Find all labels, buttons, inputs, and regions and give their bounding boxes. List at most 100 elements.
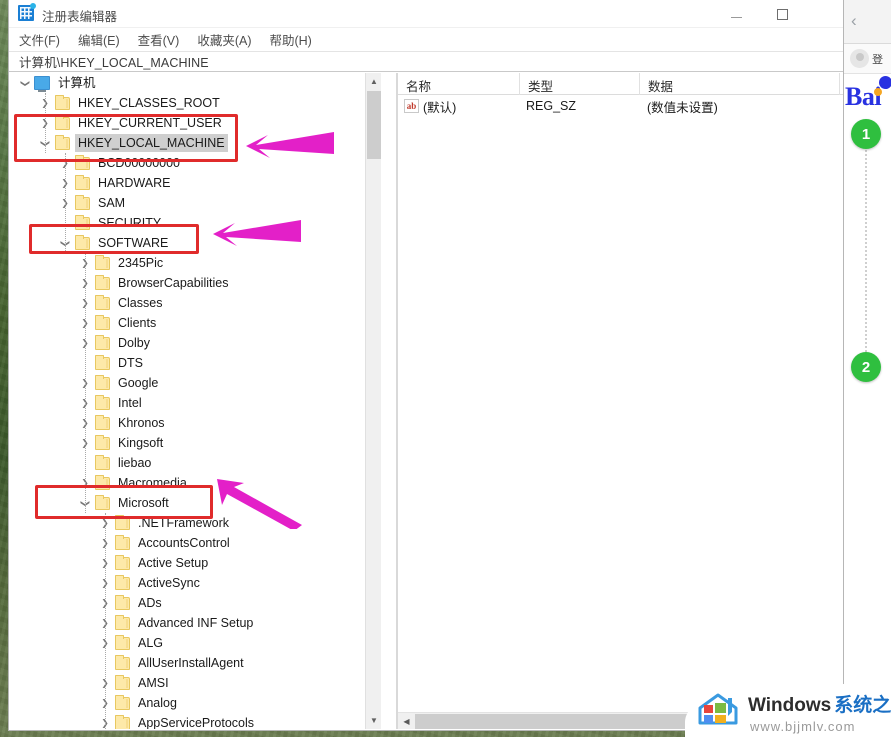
table-row[interactable]: ab (默认) REG_SZ (数值未设置) — [398, 95, 843, 115]
tree-item-label: Kingsoft — [115, 434, 166, 452]
folder-icon — [95, 497, 110, 510]
watermark-url: www.bjjmlv.com — [750, 719, 856, 734]
tree-item[interactable]: 2345Pic — [9, 253, 381, 273]
tree-item[interactable]: ActiveSync — [9, 573, 381, 593]
folder-icon — [115, 717, 130, 730]
browser-back-icon[interactable]: ‹ — [851, 12, 869, 30]
tree-vertical-scrollbar[interactable]: ▲ ▼ — [365, 73, 381, 729]
value-type: REG_SZ — [523, 99, 647, 113]
column-header-type[interactable]: 类型 — [520, 73, 640, 95]
address-bar[interactable]: 计算机\HKEY_LOCAL_MACHINE — [9, 52, 843, 72]
folder-icon — [95, 477, 110, 490]
folder-icon — [95, 397, 110, 410]
values-list[interactable]: ab (默认) REG_SZ (数值未设置) — [398, 95, 843, 115]
watermark: Windows系统之家 www.bjjmlv.com — [686, 681, 891, 737]
tree-scrollbar-thumb[interactable] — [367, 91, 381, 159]
tree-item-label: AccountsControl — [135, 534, 233, 552]
tree-item[interactable]: DTS — [9, 353, 381, 373]
baidu-logo-dot-icon — [879, 76, 891, 89]
tree-item[interactable]: Clients — [9, 313, 381, 333]
step-badge-2: 2 — [851, 352, 881, 382]
menu-file[interactable]: 文件(F) — [19, 28, 68, 51]
value-name: (默认) — [423, 97, 523, 116]
tree-item[interactable]: AccountsControl — [9, 533, 381, 553]
tree-item[interactable]: Dolby — [9, 333, 381, 353]
minimize-button[interactable] — [713, 0, 759, 28]
tree-item-label: SAM — [95, 194, 128, 212]
value-data: (数值未设置) — [647, 97, 718, 116]
scroll-left-icon[interactable]: ◀ — [398, 713, 415, 730]
tree-item-label: ActiveSync — [135, 574, 203, 592]
folder-icon — [115, 677, 130, 690]
tree-item-label: SOFTWARE — [95, 234, 171, 252]
folder-icon — [95, 437, 110, 450]
tree-item-label: AllUserInstallAgent — [135, 654, 247, 672]
tree-item[interactable]: Classes — [9, 293, 381, 313]
watermark-brand-cn: 系统之家 — [834, 695, 891, 716]
scroll-down-icon[interactable]: ▼ — [366, 712, 382, 729]
tree-item[interactable]: HKEY_LOCAL_MACHINE — [9, 133, 381, 153]
tree-item-label: 2345Pic — [115, 254, 166, 272]
tree-item[interactable]: Khronos — [9, 413, 381, 433]
folder-icon — [95, 297, 110, 310]
tree-item[interactable]: ADs — [9, 593, 381, 613]
tree-item[interactable]: HKEY_CURRENT_USER — [9, 113, 381, 133]
computer-icon — [34, 76, 50, 90]
folder-icon — [115, 537, 130, 550]
tree-item[interactable]: .NETFramework — [9, 513, 381, 533]
menu-edit[interactable]: 编辑(E) — [78, 28, 128, 51]
chevron-down-icon[interactable] — [17, 75, 33, 91]
tree-item-label: AMSI — [135, 674, 172, 692]
tree-item[interactable]: liebao — [9, 453, 381, 473]
folder-icon — [75, 197, 90, 210]
avatar-icon[interactable] — [850, 49, 869, 68]
menu-favorites[interactable]: 收藏夹(A) — [197, 28, 259, 51]
browser-toolbar: ‹ — [843, 0, 891, 44]
tree-item[interactable]: Analog — [9, 693, 381, 713]
folder-icon — [95, 377, 110, 390]
tree-item[interactable]: Google — [9, 373, 381, 393]
tree-item[interactable]: Kingsoft — [9, 433, 381, 453]
registry-tree[interactable]: 计算机HKEY_CLASSES_ROOTHKEY_CURRENT_USERHKE… — [9, 73, 381, 729]
menu-help[interactable]: 帮助(H) — [269, 28, 319, 51]
tree-item-label: Dolby — [115, 334, 153, 352]
tree-item-label: Active Setup — [135, 554, 211, 572]
folder-icon — [115, 597, 130, 610]
tree-item[interactable]: Intel — [9, 393, 381, 413]
tree-guide-line — [65, 153, 66, 253]
tree-item[interactable]: BrowserCapabilities — [9, 273, 381, 293]
maximize-button[interactable] — [759, 0, 805, 28]
folder-icon — [115, 697, 130, 710]
tree-item[interactable]: Microsoft — [9, 493, 381, 513]
tree-root-computer[interactable]: 计算机 — [9, 73, 381, 93]
scroll-up-icon[interactable]: ▲ — [366, 73, 382, 90]
maximize-icon — [777, 9, 788, 20]
folder-icon — [95, 317, 110, 330]
folder-icon — [95, 337, 110, 350]
tree-item-label: Intel — [115, 394, 145, 412]
window-title: 注册表编辑器 — [42, 6, 117, 25]
tree-item[interactable]: AllUserInstallAgent — [9, 653, 381, 673]
baidu-logo-text: Bai — [845, 82, 881, 111]
folder-icon — [75, 217, 90, 230]
folder-icon — [95, 457, 110, 470]
tree-item[interactable]: AppServiceProtocols — [9, 713, 381, 729]
column-header-name[interactable]: 名称 — [398, 73, 520, 95]
tree-item-label: SECURITY — [95, 214, 164, 232]
tree-item[interactable]: Active Setup — [9, 553, 381, 573]
column-header-data[interactable]: 数据 — [640, 73, 840, 95]
tree-item-label: ALG — [135, 634, 166, 652]
tree-item[interactable]: AMSI — [9, 673, 381, 693]
tree-item[interactable]: ALG — [9, 633, 381, 653]
watermark-brand-en: Windows — [748, 695, 831, 716]
registry-editor-window: 注册表编辑器 文件(F) 编辑(E) 查看(V) 收藏夹(A) 帮助(H) 计算… — [8, 0, 844, 731]
pane-splitter[interactable] — [381, 73, 397, 729]
watermark-brand: Windows系统之家 — [748, 690, 891, 717]
tree-item[interactable]: HKEY_CLASSES_ROOT — [9, 93, 381, 113]
menu-bar: 文件(F) 编辑(E) 查看(V) 收藏夹(A) 帮助(H) — [9, 28, 843, 52]
browser-login-label[interactable]: 登 — [872, 51, 883, 67]
folder-icon — [115, 517, 130, 530]
tree-item[interactable]: Advanced INF Setup — [9, 613, 381, 633]
tree-item[interactable]: Macromedia — [9, 473, 381, 493]
menu-view[interactable]: 查看(V) — [138, 28, 188, 51]
